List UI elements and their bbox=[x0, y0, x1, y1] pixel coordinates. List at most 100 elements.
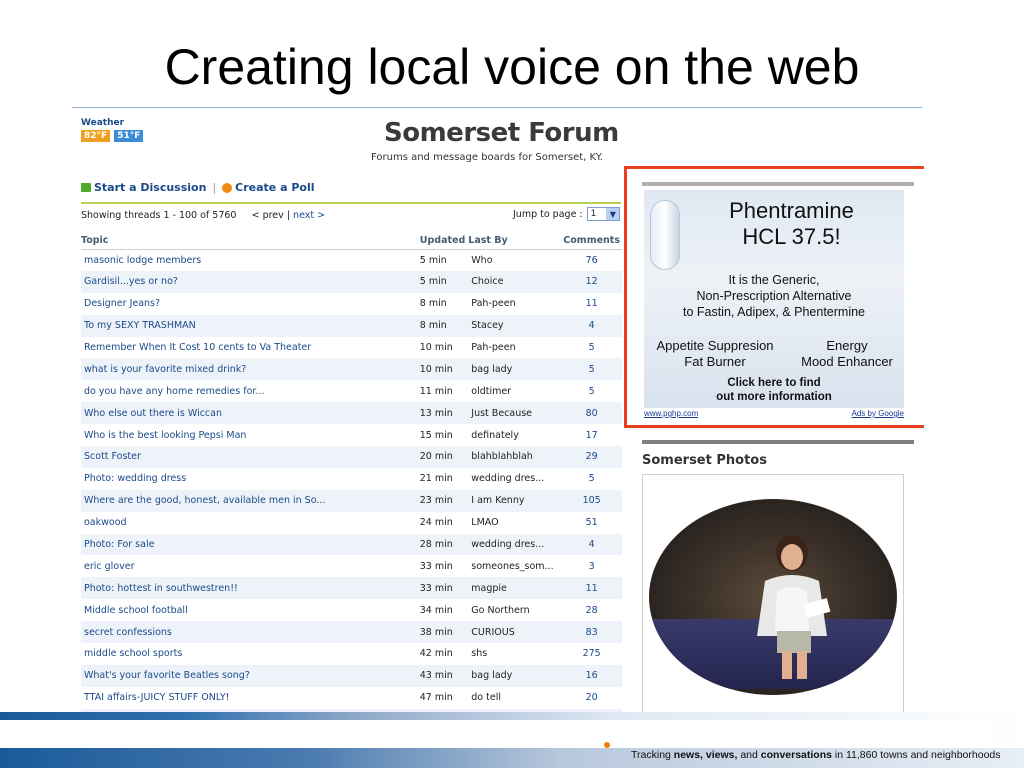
table-row[interactable]: Designer Jeans? 8 min Pah-peen 11 bbox=[81, 293, 622, 315]
col-header-updated[interactable]: Updated bbox=[419, 232, 469, 250]
weather-widget[interactable]: Weather 82°F 51°F bbox=[81, 118, 144, 142]
table-row[interactable]: middle school sports 42 min shs 275 bbox=[81, 643, 622, 665]
col-header-comments[interactable]: Comments bbox=[561, 232, 622, 250]
thread-topic-link[interactable]: Where are the good, honest, available me… bbox=[81, 489, 420, 512]
thread-topic-link[interactable]: What's your favorite Beatles song? bbox=[81, 664, 420, 687]
table-row[interactable]: Who else out there is Wiccan 13 min Just B… bbox=[81, 402, 622, 425]
thread-comment-count[interactable]: 83 bbox=[561, 621, 622, 644]
thread-updated: 8 min bbox=[419, 298, 447, 310]
thread-topic-link[interactable]: middle school sports bbox=[81, 643, 420, 665]
thread-comment-count[interactable]: 29 bbox=[561, 446, 622, 468]
col-header-topic[interactable]: Topic bbox=[81, 232, 420, 250]
thread-last-by: Choice bbox=[468, 270, 562, 293]
ad-body: It is the Generic, Non-Prescription Alte… bbox=[644, 272, 904, 320]
thread-comment-count[interactable]: 16 bbox=[561, 664, 622, 687]
thread-topic-link[interactable]: Who is the best looking Pepsi Man bbox=[81, 424, 420, 446]
thread-topic-link[interactable]: oakwood bbox=[81, 512, 420, 534]
thread-topic-link[interactable]: what is your favorite mixed drink? bbox=[81, 358, 420, 381]
table-row[interactable]: Who is the best looking Pepsi Man 15 min d… bbox=[81, 424, 622, 446]
thread-topic-link[interactable]: TTAI affairs-JUICY STUFF ONLY! bbox=[81, 687, 420, 709]
thread-topic-link[interactable]: eric glover bbox=[81, 555, 420, 577]
thread-last-by: Pah-peen bbox=[471, 298, 516, 310]
thread-topic-link[interactable]: Photo: wedding dress bbox=[81, 468, 420, 490]
thread-topic-link[interactable]: To my SEXY TRASHMAN bbox=[81, 314, 420, 337]
thread-comment-count[interactable]: 51 bbox=[561, 512, 622, 534]
table-row[interactable]: Gardisil...yes or no? 5 min Choice 12 bbox=[81, 270, 622, 293]
table-row[interactable]: oakwood 24 min LMAO 51 bbox=[81, 512, 622, 534]
thread-updated: 8 min bbox=[419, 314, 469, 337]
slide-title: Creating local voice on the web bbox=[164, 39, 860, 95]
thread-updated: 23 min bbox=[419, 489, 469, 512]
table-row[interactable]: Remember When It Cost 10 cents to Va The… bbox=[81, 337, 622, 359]
next-page-link[interactable]: next > bbox=[293, 210, 325, 221]
thread-comment-count[interactable]: 4 bbox=[561, 314, 622, 337]
thread-comment-count[interactable]: 11 bbox=[561, 293, 622, 315]
table-row[interactable]: Where are the good, honest, available me… bbox=[81, 489, 622, 512]
photo-person bbox=[757, 535, 831, 679]
footer-bullet-icon bbox=[604, 742, 610, 748]
pill-icon bbox=[650, 200, 680, 270]
ad-cta-line-1: Click here to find bbox=[727, 377, 821, 389]
thread-topic-link[interactable]: Designer Jeans? bbox=[81, 293, 420, 315]
discussion-icon bbox=[81, 183, 91, 192]
table-row[interactable]: what is your favorite mixed drink? 10 min… bbox=[81, 358, 622, 381]
table-row[interactable]: eric glover 33 min someones_som... 3 bbox=[81, 555, 622, 577]
table-row[interactable]: masonic lodge members 5 min Who 76 bbox=[81, 249, 622, 271]
thread-comment-count[interactable]: 20 bbox=[561, 687, 622, 709]
thread-comment-count[interactable]: 105 bbox=[561, 489, 622, 512]
thread-comment-count[interactable]: 3 bbox=[561, 555, 622, 577]
thread-comment-count[interactable]: 5 bbox=[561, 337, 622, 359]
thread-topic-link[interactable]: Gardisil...yes or no? bbox=[81, 270, 420, 293]
thread-comment-count[interactable]: 5 bbox=[561, 380, 622, 402]
thread-comment-count[interactable]: 4 bbox=[561, 533, 622, 556]
thread-topic-link[interactable]: Who else out there is Wiccan bbox=[81, 402, 420, 425]
ad-cta-line-2: out more information bbox=[716, 391, 832, 403]
thread-comment-count[interactable]: 11 bbox=[561, 577, 622, 600]
thread-comment-count[interactable]: 80 bbox=[561, 402, 622, 425]
table-row[interactable]: Photo: For sale 28 min wedding dres... 4 bbox=[81, 533, 622, 556]
footer-tagline: Tracking news, views, and conversations … bbox=[631, 749, 1001, 761]
ads-by-google-link[interactable]: Ads by Google bbox=[852, 409, 904, 418]
ad-site-link[interactable]: www.pghp.com bbox=[644, 409, 698, 418]
ad-call-to-action[interactable]: Click here to find out more information bbox=[644, 376, 904, 404]
create-poll-link[interactable]: Create a Poll bbox=[235, 181, 314, 194]
ad-headline-line-1: Phentramine bbox=[729, 198, 854, 223]
table-row[interactable]: Photo: hottest in southwestren!! 33 min ma… bbox=[81, 577, 622, 600]
table-row[interactable]: Middle school football 34 min Go Northern 2… bbox=[81, 599, 622, 621]
thread-topic-link[interactable]: Scott Foster bbox=[81, 446, 420, 468]
thread-comment-count[interactable]: 76 bbox=[561, 249, 622, 271]
jump-to-page: Jump to page : 1 ▼ bbox=[513, 207, 621, 221]
tagline-text-3: in 11,860 towns and neighborhoods bbox=[831, 749, 1001, 761]
table-row[interactable]: TTAI affairs-JUICY STUFF ONLY! 47 min do t… bbox=[81, 687, 622, 709]
thread-updated: 33 min bbox=[419, 577, 469, 600]
thread-comment-count[interactable]: 5 bbox=[561, 468, 622, 490]
thread-topic-link[interactable]: Middle school football bbox=[81, 599, 420, 621]
thread-comment-count[interactable]: 275 bbox=[561, 643, 622, 665]
table-row[interactable]: Scott Foster 20 min blahblahblah 29 bbox=[81, 446, 622, 468]
prev-page-link[interactable]: < prev bbox=[252, 210, 284, 221]
thread-topic-link[interactable]: secret confessions bbox=[81, 621, 420, 644]
table-row[interactable]: secret confessions 38 min CURIOUS 83 bbox=[81, 621, 622, 644]
thread-last-by: Stacey bbox=[468, 314, 562, 337]
thread-updated: 43 min bbox=[419, 664, 469, 687]
featured-photo[interactable] bbox=[649, 499, 897, 695]
table-row[interactable]: What's your favorite Beatles song? 43 min… bbox=[81, 664, 622, 687]
table-row[interactable]: do you have any home remedies for... 11 m… bbox=[81, 380, 622, 402]
sponsored-ad[interactable]: Phentramine HCL 37.5! It is the Generic,… bbox=[644, 190, 904, 408]
thread-topic-link[interactable]: Photo: For sale bbox=[81, 533, 420, 556]
thread-comment-count[interactable]: 28 bbox=[561, 599, 622, 621]
thread-topic-link[interactable]: do you have any home remedies for... bbox=[81, 380, 420, 402]
thread-comment-count[interactable]: 12 bbox=[561, 270, 622, 293]
col-header-last-by[interactable]: Last By bbox=[468, 232, 562, 250]
page-select[interactable]: 1 ▼ bbox=[586, 207, 621, 221]
thread-comment-count[interactable]: 5 bbox=[561, 358, 622, 381]
start-discussion-link[interactable]: Start a Discussion bbox=[94, 181, 206, 194]
thread-topic-link[interactable]: Photo: hottest in southwestren!! bbox=[81, 577, 420, 600]
thread-topic-link[interactable]: Remember When It Cost 10 cents to Va The… bbox=[81, 337, 420, 359]
thread-updated: 5 min bbox=[419, 270, 469, 293]
thread-comment-count[interactable]: 17 bbox=[561, 424, 622, 446]
ad-features-left: Appetite Suppresion Fat Burner bbox=[650, 338, 780, 370]
table-row[interactable]: Photo: wedding dress 21 min wedding dres..… bbox=[81, 468, 622, 490]
table-row[interactable]: To my SEXY TRASHMAN 8 min Stacey 4 bbox=[81, 314, 622, 337]
thread-topic-link[interactable]: masonic lodge members bbox=[81, 249, 420, 271]
